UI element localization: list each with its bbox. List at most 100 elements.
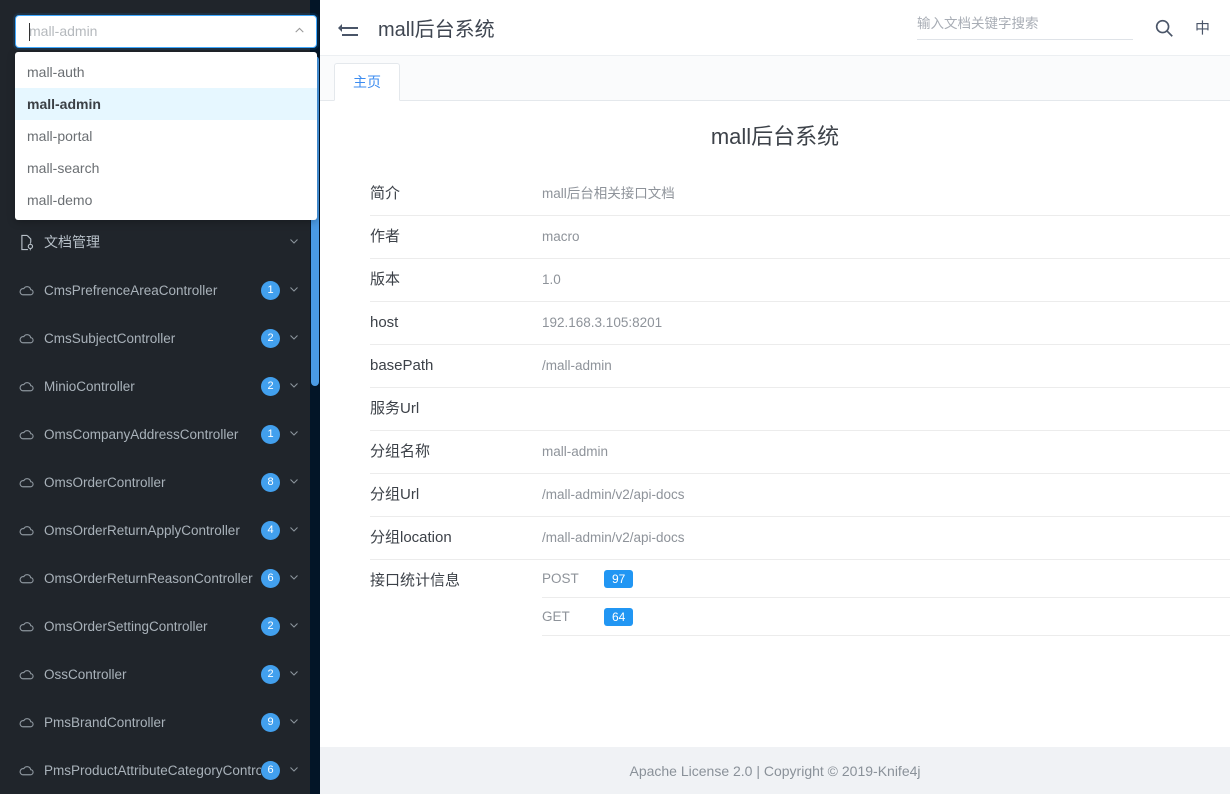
chevron-down-icon[interactable] [288, 283, 300, 298]
sidebar-item[interactable]: PmsProductAttributeCategoryController 6 [0, 746, 310, 794]
sidebar-item-count-badge: 4 [261, 520, 280, 540]
chevron-down-icon[interactable] [288, 715, 300, 730]
sidebar-item[interactable]: PmsBrandController 9 [0, 698, 310, 746]
sidebar-item-count-badge: 6 [261, 568, 280, 588]
doc-title: mall后台系统 [710, 124, 840, 149]
sidebar-item[interactable]: OmsOrderController 8 [0, 458, 310, 506]
sidebar-item-label: OmsOrderController [44, 474, 166, 490]
info-row: 分组location/mall-admin/v2/api-docs [370, 517, 1230, 560]
service-select-dropdown[interactable]: mall-auth mall-admin mall-portal mall-searc… [15, 52, 317, 220]
search-box[interactable] [916, 15, 1133, 40]
cloud-icon [18, 570, 44, 587]
chevron-down-icon[interactable] [288, 379, 300, 394]
file-settings-icon [18, 234, 44, 251]
sidebar-item[interactable]: OmsOrderSettingController 2 [0, 602, 310, 650]
info-row-value: 1.0 [542, 272, 561, 287]
sidebar-item-count-badge: 2 [261, 664, 280, 684]
sidebar-item[interactable]: OmsOrderReturnReasonController 6 [0, 554, 310, 602]
dropdown-option[interactable]: mall-search [15, 152, 317, 184]
cloud-icon [18, 378, 44, 395]
info-row-label: 分组Url [370, 486, 420, 503]
cloud-icon [18, 618, 44, 635]
api-stat-count-badge: 64 [604, 607, 634, 626]
info-row: host 192.168.3.105:8201 [370, 302, 1230, 345]
text-cursor [29, 23, 30, 41]
chevron-down-icon[interactable] [288, 235, 300, 250]
info-row: basePath/mall-admin [370, 345, 1230, 388]
dropdown-option[interactable]: mall-auth [15, 56, 317, 88]
info-row-label: 分组名称 [370, 443, 431, 460]
sidebar-item-count-badge: 2 [261, 616, 280, 636]
api-stat-count-badge: 97 [604, 569, 634, 588]
language-toggle[interactable]: 中 [1195, 17, 1210, 38]
info-row-value: mall后台相关接口文档 [542, 186, 675, 201]
sidebar-item-label: CmsPrefrenceAreaController [44, 282, 218, 298]
sidebar-item[interactable]: OssController 2 [0, 650, 310, 698]
sidebar-item-label: CmsSubjectController [44, 330, 176, 346]
dropdown-option[interactable]: mall-admin [15, 88, 317, 120]
info-row: 分组名称 mall-admin [370, 431, 1230, 474]
info-row: 分组Url/mall-admin/v2/api-docs [370, 474, 1230, 517]
info-row: 服务Url [370, 388, 1230, 431]
sidebar-item-label: OmsOrderReturnReasonController [44, 570, 253, 586]
sidebar-item-count-badge: 6 [261, 760, 280, 780]
info-row-label: 服务Url [370, 400, 420, 417]
sidebar-item[interactable]: OmsOrderReturnApplyController 4 [0, 506, 310, 554]
main-area: mall后台系统 中 主页 mall后台系统 简介 mall后台相关接口文档作者 m… [320, 0, 1230, 794]
sidebar-item[interactable]: CmsSubjectController 2 [0, 314, 310, 362]
sidebar-item[interactable]: OmsCompanyAddressController 1 [0, 410, 310, 458]
cloud-icon [18, 282, 44, 299]
dropdown-option[interactable]: mall-portal [15, 120, 317, 152]
info-row-label: 分组location [370, 529, 452, 546]
sidebar-item[interactable]: MinioController 2 [0, 362, 310, 410]
chevron-down-icon[interactable] [288, 763, 300, 778]
cloud-icon [18, 666, 44, 683]
service-select[interactable]: mall-admin [15, 15, 317, 48]
info-row-label: 简介 [370, 185, 401, 202]
api-stats-row: 接口统计信息 POST 97 GET 64 [370, 560, 1230, 646]
api-stat-method: GET [542, 609, 570, 624]
api-stats-list: POST 97 GET 64 [542, 560, 1230, 636]
dropdown-option[interactable]: mall-demo [15, 184, 317, 216]
footer: Apache License 2.0 | Copyright © 2019-Kn… [320, 747, 1230, 794]
sidebar-menu-list: 文档管理 CmsPrefrenceAreaController 1 CmsSubjec… [0, 218, 310, 794]
info-row-label: basePath [370, 357, 434, 374]
chevron-down-icon[interactable] [288, 571, 300, 586]
app-root: 文档管理 CmsPrefrenceAreaController 1 CmsSubjec… [0, 0, 1230, 794]
info-row-value: macro [542, 229, 580, 244]
info-row-value: /mall-admin [542, 358, 612, 373]
search-icon[interactable] [1153, 17, 1175, 39]
cloud-icon [18, 522, 44, 539]
page-title: mall后台系统 [378, 19, 495, 41]
chevron-down-icon[interactable] [288, 523, 300, 538]
sidebar-item[interactable]: CmsPrefrenceAreaController 1 [0, 266, 310, 314]
sidebar-item-count-badge: 1 [261, 424, 280, 444]
sidebar-item-count-badge: 2 [261, 328, 280, 348]
chevron-down-icon[interactable] [288, 667, 300, 682]
cloud-icon [18, 426, 44, 443]
info-row-value: /mall-admin/v2/api-docs [542, 487, 685, 502]
sidebar-item-label: PmsBrandController [44, 714, 166, 730]
menu-fold-icon[interactable] [338, 20, 358, 36]
cloud-icon [18, 330, 44, 347]
sidebar-item-label: OssController [44, 666, 127, 682]
cloud-icon [18, 714, 44, 731]
sidebar-item-label: OmsOrderReturnApplyController [44, 522, 240, 538]
search-input[interactable] [916, 16, 1133, 31]
api-stats-label: 接口统计信息 [370, 572, 461, 589]
sidebar-item-label: 文档管理 [44, 234, 100, 250]
sidebar-item-label: MinioController [44, 378, 135, 394]
chevron-up-icon[interactable] [293, 24, 306, 39]
chevron-down-icon[interactable] [288, 619, 300, 634]
sidebar-item-label: OmsOrderSettingController [44, 618, 208, 634]
chevron-down-icon[interactable] [288, 331, 300, 346]
sidebar-item-count-badge: 9 [261, 712, 280, 732]
chevron-down-icon[interactable] [288, 427, 300, 442]
service-select-value: mall-admin [29, 23, 98, 39]
tab-home[interactable]: 主页 [334, 63, 400, 101]
info-row-value: 192.168.3.105:8201 [542, 315, 663, 330]
chevron-down-icon[interactable] [288, 475, 300, 490]
content-panel: mall后台系统 简介 mall后台相关接口文档 作者 macro 版本 1.0 host 1… [320, 101, 1230, 747]
sidebar-item[interactable]: 文档管理 [0, 218, 310, 266]
sidebar-item-label: OmsCompanyAddressController [44, 426, 239, 442]
